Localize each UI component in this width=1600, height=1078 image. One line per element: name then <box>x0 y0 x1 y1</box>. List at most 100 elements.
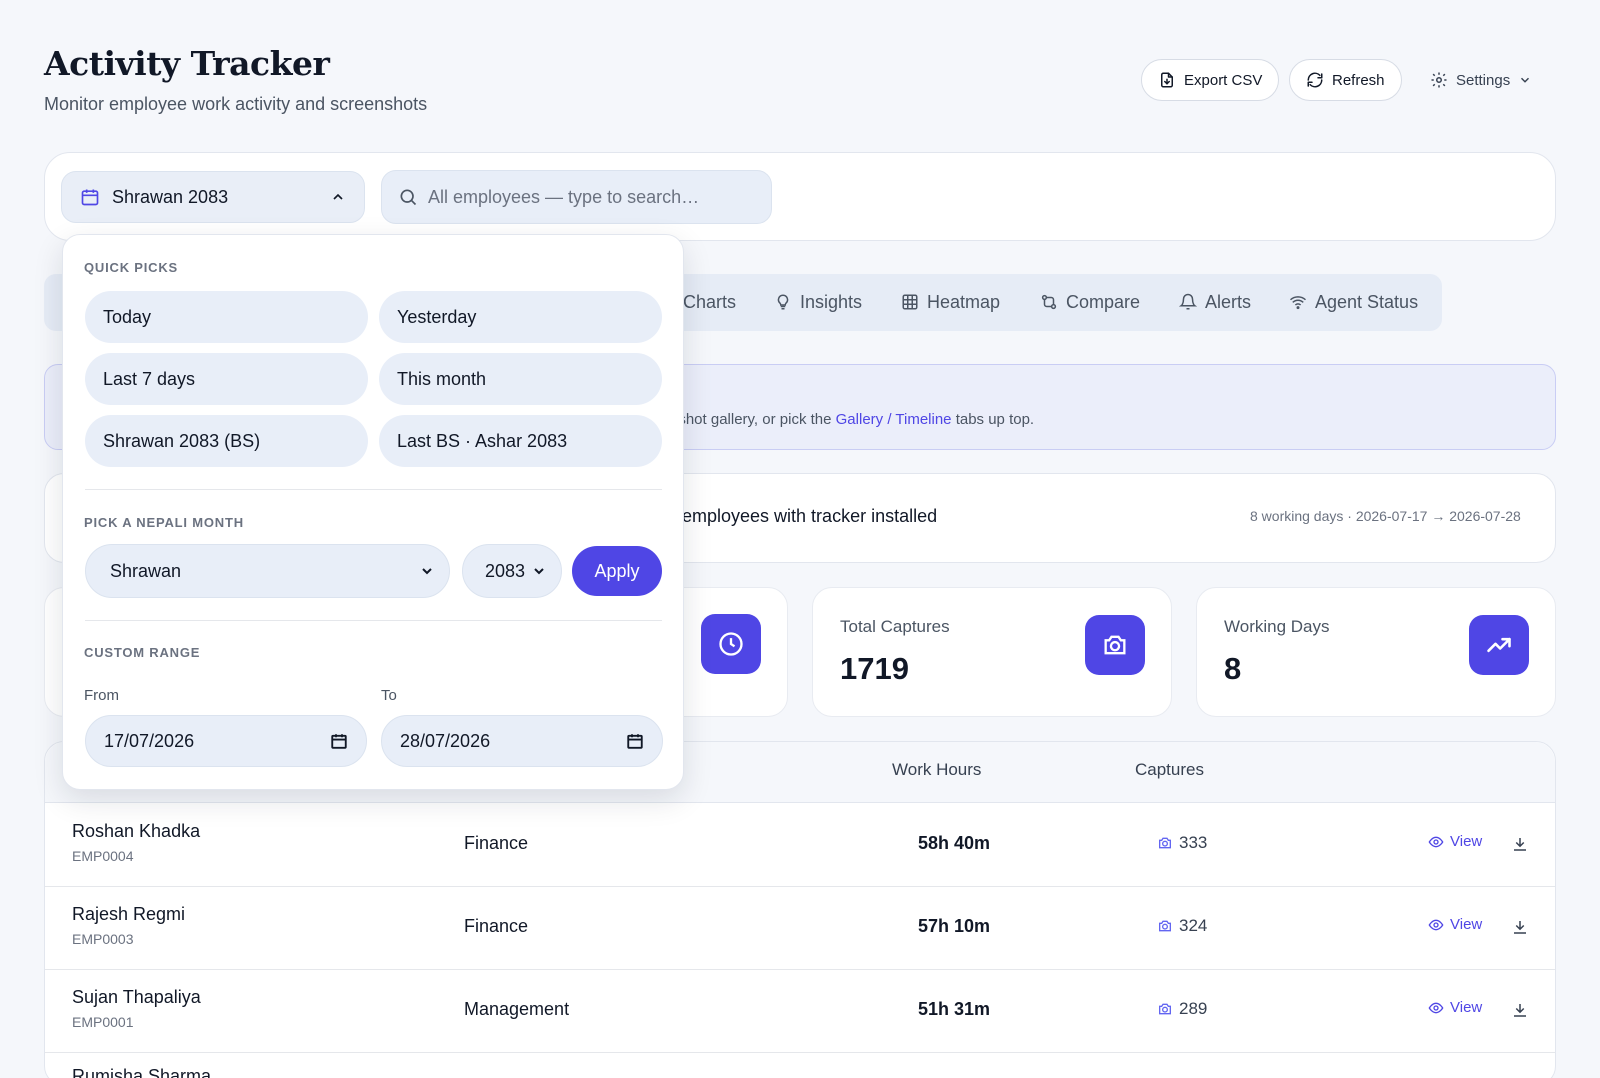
tab-label: Compare <box>1066 291 1141 312</box>
employee-dept: Management <box>464 999 570 1019</box>
custom-range-heading: CUSTOM RANGE <box>84 645 201 660</box>
stat-card-total-captures: Total Captures 1719 <box>812 587 1172 717</box>
tab-charts[interactable]: Charts <box>683 283 736 321</box>
stat-label: Working Days <box>1224 617 1330 636</box>
stat-value: 1719 <box>840 651 909 686</box>
year-select-value: 2083 <box>485 560 526 581</box>
view-button[interactable]: View <box>1428 833 1482 850</box>
table-row: Sujan Thapaliya EMP0001 Management 51h 3… <box>45 970 1555 1053</box>
eye-icon <box>1428 834 1444 850</box>
download-icon[interactable] <box>1511 918 1529 936</box>
tab-alerts[interactable]: Alerts <box>1179 283 1251 321</box>
tab-agent-status[interactable]: Agent Status <box>1289 283 1418 321</box>
search-placeholder: All employees — type to search… <box>428 186 700 207</box>
tab-label: Charts <box>683 291 737 312</box>
employee-code: EMP0004 <box>72 848 134 864</box>
page-title: Activity Tracker <box>44 44 330 83</box>
quick-pick-yesterday[interactable]: Yesterday <box>379 291 662 343</box>
employee-hours: 58h 40m <box>918 833 991 853</box>
camera-icon <box>1085 615 1145 675</box>
month-picker-label: Shrawan 2083 <box>112 186 229 207</box>
trending-up-icon <box>1469 615 1529 675</box>
eye-icon <box>1428 1000 1444 1016</box>
employee-name: Roshan Khadka <box>72 821 201 841</box>
clock-icon <box>701 614 761 674</box>
from-label: From <box>84 687 119 704</box>
employee-code: EMP0001 <box>72 1014 134 1030</box>
nepali-year-select[interactable]: 2083 <box>462 544 562 598</box>
quick-pick-shrawan-bs[interactable]: Shrawan 2083 (BS) <box>85 415 368 467</box>
col-captures: Captures <box>1135 760 1204 779</box>
quick-pick-this-month[interactable]: This month <box>379 353 662 405</box>
quick-pick-today[interactable]: Today <box>85 291 368 343</box>
grid-icon <box>901 293 919 311</box>
stat-label: Total Captures <box>840 617 950 636</box>
refresh-button[interactable]: Refresh <box>1289 59 1402 101</box>
export-csv-label: Export CSV <box>1184 71 1263 89</box>
date-range-dropdown: QUICK PICKS Today Yesterday Last 7 days … <box>62 234 684 790</box>
employee-search-input[interactable]: All employees — type to search… <box>381 170 772 224</box>
stat-card-working-days: Working Days 8 <box>1196 587 1556 717</box>
to-date-value: 28/07/2026 <box>400 730 491 751</box>
from-date-input[interactable]: 17/07/2026 <box>85 715 367 767</box>
tab-compare[interactable]: Compare <box>1040 283 1140 321</box>
download-icon[interactable] <box>1511 835 1529 853</box>
page-subtitle: Monitor employee work activity and scree… <box>44 94 428 114</box>
employee-hours: 51h 31m <box>918 999 991 1019</box>
divider <box>85 620 662 621</box>
table-row: Rajesh Regmi EMP0003 Finance 57h 10m 324… <box>45 887 1555 970</box>
quick-picks-heading: QUICK PICKS <box>84 260 179 275</box>
employee-name: Sujan Thapaliya <box>72 987 201 1007</box>
calendar-icon <box>80 187 100 207</box>
gallery-link[interactable]: Gallery <box>836 411 884 428</box>
to-date-input[interactable]: 28/07/2026 <box>381 715 663 767</box>
export-csv-button[interactable]: Export CSV <box>1141 59 1280 101</box>
camera-icon <box>1157 918 1173 934</box>
timeline-link[interactable]: Timeline <box>895 411 951 428</box>
from-date-value: 17/07/2026 <box>104 730 195 751</box>
chevron-down-icon <box>1518 73 1532 87</box>
calendar-icon[interactable] <box>626 732 644 750</box>
camera-icon <box>1157 835 1173 851</box>
chevron-down-icon <box>531 563 547 579</box>
search-icon <box>398 187 418 207</box>
calendar-icon[interactable] <box>330 732 348 750</box>
file-download-icon <box>1158 71 1176 89</box>
wifi-icon <box>1289 293 1307 311</box>
view-button[interactable]: View <box>1428 999 1482 1016</box>
lightbulb-icon <box>774 293 792 311</box>
download-icon[interactable] <box>1511 1001 1529 1019</box>
nepali-month-heading: PICK A NEPALI MONTH <box>84 515 244 530</box>
month-picker-button[interactable]: Shrawan 2083 <box>61 171 365 223</box>
settings-label: Settings <box>1456 71 1511 89</box>
employee-captures: 333 <box>1157 833 1207 853</box>
refresh-label: Refresh <box>1332 71 1385 89</box>
nepali-month-select[interactable]: Shrawan <box>85 544 450 598</box>
to-label: To <box>381 687 397 704</box>
employee-code: EMP0003 <box>72 931 134 947</box>
apply-button[interactable]: Apply <box>572 546 662 596</box>
camera-icon <box>1157 1001 1173 1017</box>
employee-name: Rajesh Regmi <box>72 904 186 924</box>
tab-insights[interactable]: Insights <box>774 283 862 321</box>
employee-dept: Finance <box>464 833 529 853</box>
chevron-up-icon <box>330 189 346 205</box>
view-button[interactable]: View <box>1428 916 1482 933</box>
tracker-installed-text: employees with tracker installed <box>682 506 938 526</box>
tab-heatmap[interactable]: Heatmap <box>901 283 1000 321</box>
col-work-hours: Work Hours <box>892 760 982 779</box>
settings-menu[interactable]: Settings <box>1430 59 1532 101</box>
month-select-value: Shrawan <box>110 560 182 581</box>
eye-icon <box>1428 917 1444 933</box>
working-days-range: 8 working days · 2026-07-17 → 2026-07-28 <box>1250 508 1521 524</box>
stat-value: 8 <box>1224 651 1242 686</box>
refresh-icon <box>1306 71 1324 89</box>
chevron-down-icon <box>419 563 435 579</box>
tab-label: Insights <box>800 291 863 312</box>
employee-hours: 57h 10m <box>918 916 991 936</box>
tab-label: Agent Status <box>1315 291 1419 312</box>
employee-captures: 289 <box>1157 999 1207 1019</box>
quick-pick-last-bs-month[interactable]: Last BS · Ashar 2083 <box>379 415 662 467</box>
employee-captures: 324 <box>1157 916 1207 936</box>
quick-pick-last-7-days[interactable]: Last 7 days <box>85 353 368 405</box>
